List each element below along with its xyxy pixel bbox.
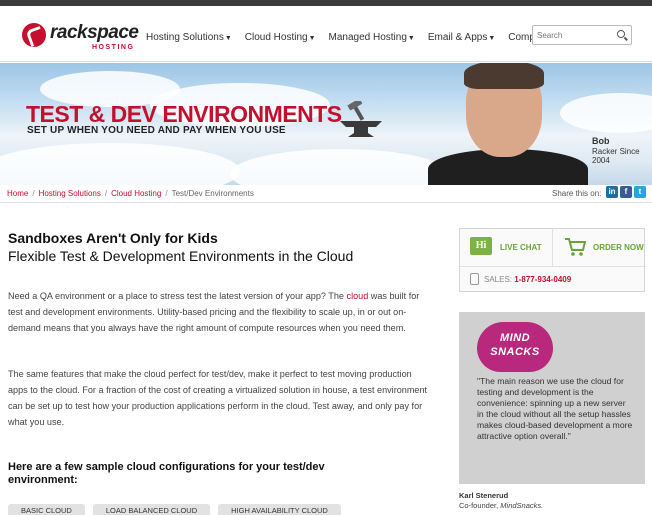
live-chat-link[interactable]: LIVE CHAT <box>500 243 542 252</box>
cloud-shape <box>0 143 240 185</box>
page-subtitle: Flexible Test & Development Environments… <box>8 248 354 264</box>
para-text: Need a QA environment or a place to stre… <box>8 291 347 301</box>
contact-actions: Hi LIVE CHAT ORDER NOW <box>460 229 646 267</box>
tab-basic-cloud[interactable]: BASIC CLOUD <box>8 504 85 515</box>
search-icon[interactable] <box>617 30 625 38</box>
chat-bubble-icon[interactable]: Hi <box>470 237 492 255</box>
sales-phone: SALES: 1-877-934-0409 <box>484 275 571 284</box>
photo-hair <box>464 63 544 89</box>
rackspace-logo[interactable]: rackspace HOSTING <box>22 20 152 54</box>
testimonial-role: Co-founder, MindSnacks. <box>459 501 543 510</box>
main-nav: Hosting Solutions▼ Cloud Hosting▼ Manage… <box>146 32 572 43</box>
logo-text: MIND <box>499 332 531 344</box>
search-input[interactable] <box>537 28 615 42</box>
chevron-down-icon: ▼ <box>224 35 232 42</box>
sales-number[interactable]: 1-877-934-0409 <box>514 275 571 284</box>
share-label: Share this on: <box>552 189 602 198</box>
logo-text: SNACKS <box>490 346 540 358</box>
nav-hosting-solutions[interactable]: Hosting Solutions▼ <box>146 32 245 43</box>
shopping-cart-icon[interactable] <box>564 237 586 257</box>
twitter-icon[interactable]: t <box>634 186 646 198</box>
configs-heading: Here are a few sample cloud configuratio… <box>8 461 325 486</box>
order-now-link[interactable]: ORDER NOW <box>593 243 644 252</box>
chevron-down-icon: ▼ <box>308 35 316 42</box>
intro-paragraph: Need a QA environment or a place to stre… <box>8 288 433 336</box>
page-title: Sandboxes Aren't Only for Kids <box>8 230 218 246</box>
features-paragraph: The same features that make the cloud pe… <box>8 369 428 427</box>
nav-label: Email & Apps <box>427 32 488 43</box>
contact-box: Hi LIVE CHAT ORDER NOW SALES: 1-877-934-… <box>459 228 646 292</box>
tab-load-balanced-cloud[interactable]: LOAD BALANCED CLOUD <box>92 504 211 515</box>
nav-label: Cloud Hosting <box>244 32 308 43</box>
nav-cloud-hosting[interactable]: Cloud Hosting▼ <box>245 32 329 43</box>
testimonial-quote: "The main reason we use the cloud for te… <box>477 376 633 441</box>
testimonial-card: MIND SNACKS "The main reason we use the … <box>459 312 645 484</box>
hero-caption-role: Racker Since 2004 <box>592 147 640 165</box>
logo-wordmark: rackspace <box>50 22 139 43</box>
tab-high-availability-cloud[interactable]: HIGH AVAILABILITY CLOUD <box>218 504 341 515</box>
company-name: MindSnacks. <box>500 501 544 510</box>
cloud-shape <box>230 149 450 185</box>
facebook-icon[interactable]: f <box>620 186 632 198</box>
breadcrumb-hosting-solutions[interactable]: Hosting Solutions <box>39 189 101 198</box>
site-header: rackspace HOSTING Hosting Solutions▼ Clo… <box>0 6 652 62</box>
hero-caption-name: Bob <box>592 136 610 146</box>
nav-managed-hosting[interactable]: Managed Hosting▼ <box>329 32 428 43</box>
divider <box>552 229 553 267</box>
config-tabs: BASIC CLOUD LOAD BALANCED CLOUD HIGH AVA… <box>8 504 341 515</box>
chevron-down-icon: ▼ <box>407 35 415 42</box>
search-box <box>532 25 632 45</box>
logo-tagline: HOSTING <box>92 44 135 51</box>
mindsnacks-logo: MIND SNACKS <box>477 322 553 372</box>
divider <box>0 202 652 203</box>
chevron-down-icon: ▼ <box>488 35 496 42</box>
phone-icon <box>470 273 479 285</box>
anvil-hammer-icon <box>340 101 382 137</box>
linkedin-icon[interactable]: in <box>606 186 618 198</box>
testimonial-author: Karl Stenerud <box>459 491 509 500</box>
breadcrumb-current: Test/Dev Environments <box>171 189 254 198</box>
hero-title: TEST & DEV ENVIRONMENTS <box>26 101 342 127</box>
nav-label: Managed Hosting <box>328 32 407 43</box>
hero-banner: TEST & DEV ENVIRONMENTS SET UP WHEN YOU … <box>0 63 652 185</box>
breadcrumb-cloud-hosting[interactable]: Cloud Hosting <box>111 189 161 198</box>
breadcrumb-home[interactable]: Home <box>7 189 28 198</box>
breadcrumb: Home / Hosting Solutions / Cloud Hosting / Tes… <box>7 189 254 198</box>
sales-label: SALES: <box>484 275 513 284</box>
rackspace-logo-mark-icon <box>22 23 46 47</box>
nav-label: Hosting Solutions <box>146 32 224 43</box>
nav-email-apps[interactable]: Email & Apps▼ <box>428 32 508 43</box>
hero-subtitle: SET UP WHEN YOU NEED AND PAY WHEN YOU US… <box>27 125 286 136</box>
role-text: Co-founder, <box>459 501 501 510</box>
cloud-link[interactable]: cloud <box>347 291 369 301</box>
hero-photo <box>428 63 588 185</box>
